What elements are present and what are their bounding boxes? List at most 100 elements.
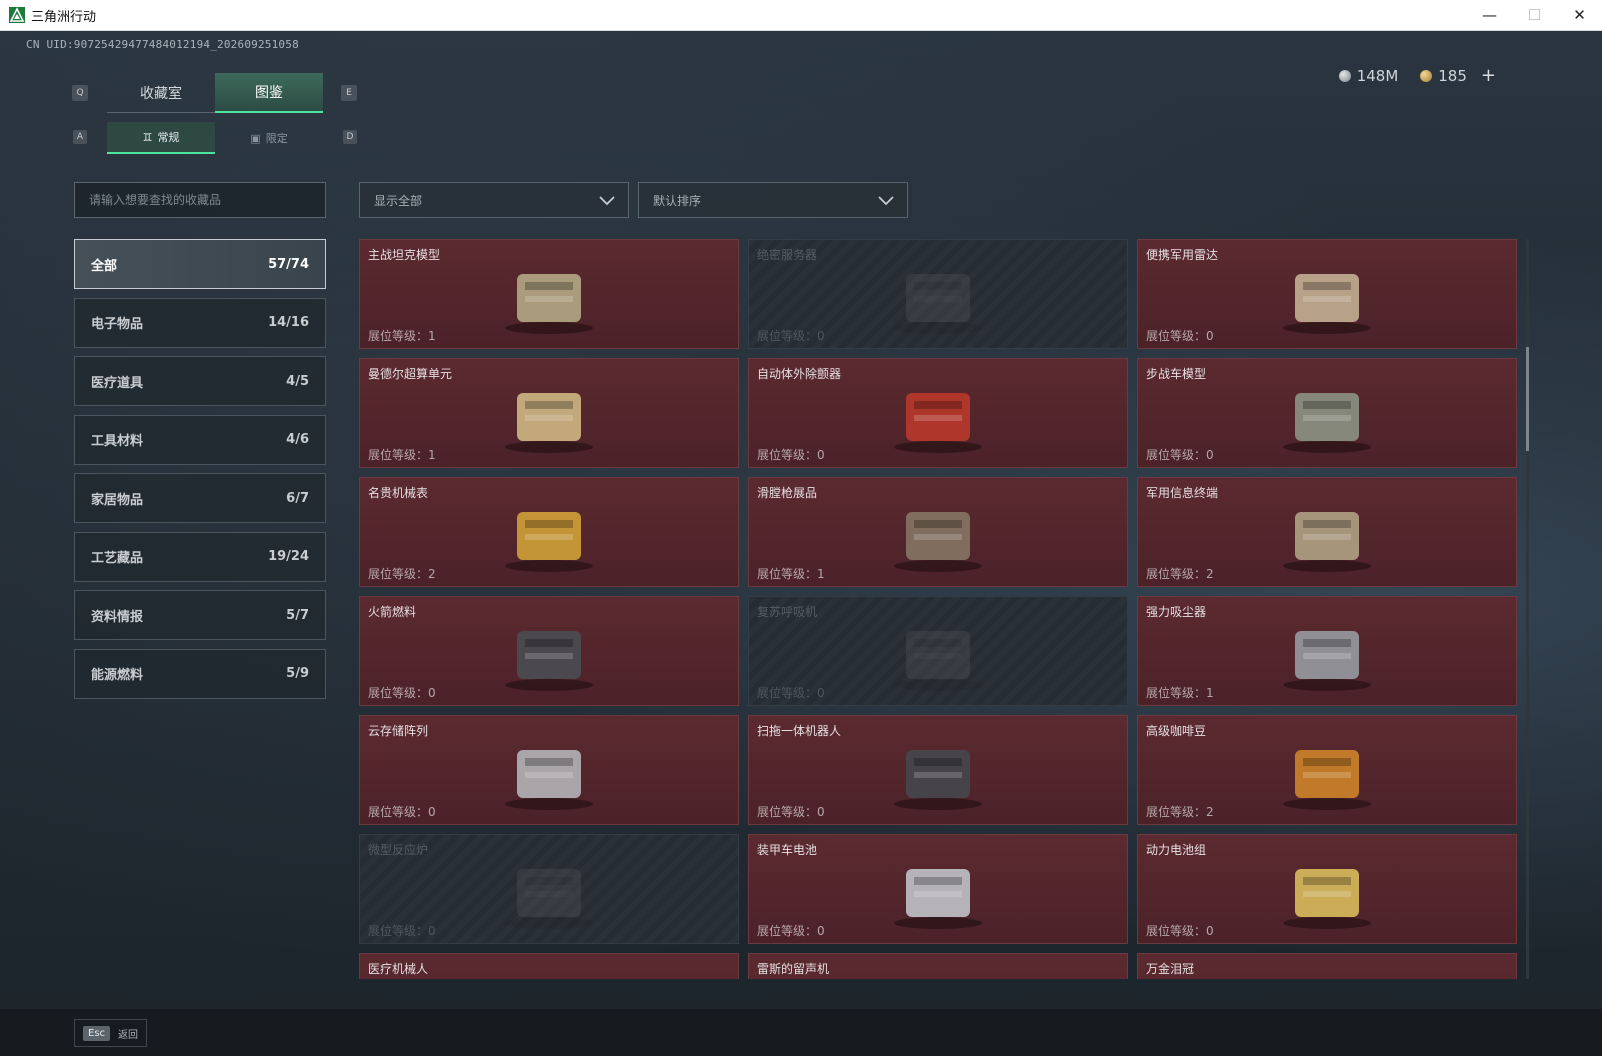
category-item[interactable]: 资料情报 5/7: [74, 590, 326, 640]
item-name: 火箭燃料: [368, 605, 417, 619]
category-item[interactable]: 家居物品 6/7: [74, 473, 326, 523]
item-name: 装甲车电池: [757, 843, 818, 857]
main-tabs: 收藏室 图鉴: [107, 73, 323, 113]
collection-item-card[interactable]: 装甲车电池 展位等级：0: [748, 834, 1128, 944]
tab-catalog[interactable]: 图鉴: [215, 73, 323, 113]
collection-item-card[interactable]: 扫拖一体机器人 展位等级：0: [748, 715, 1128, 825]
key-hint-d: D: [343, 130, 357, 144]
gold-coin-icon: [1420, 69, 1433, 82]
category-count: 4/6: [286, 432, 309, 447]
collection-item-card[interactable]: 复苏呼吸机 展位等级：0: [748, 596, 1128, 706]
category-list: 全部 57/74 电子物品 14/16 医疗道具 4/5 工具材料 4/6 家居物品 6/7 工艺藏…: [74, 239, 326, 707]
minimize-button[interactable]: —: [1467, 0, 1512, 30]
item-level: 展位等级：1: [1146, 684, 1214, 701]
reactor-icon: [479, 849, 619, 933]
level-label: 展位等级：: [368, 329, 429, 343]
collection-item-card[interactable]: 雷斯的留声机: [748, 953, 1128, 979]
category-label: 电子物品: [91, 317, 144, 332]
filter-dropdown[interactable]: 显示全部: [359, 182, 629, 218]
scrollbar-thumb[interactable]: [1526, 347, 1529, 451]
level-value: 1: [428, 448, 436, 462]
collection-item-card[interactable]: 高级咖啡豆 展位等级：2: [1137, 715, 1517, 825]
collection-item-card[interactable]: 微型反应炉 展位等级：0: [359, 834, 739, 944]
search-input[interactable]: [74, 182, 326, 218]
grid-scrollbar[interactable]: [1526, 239, 1529, 979]
storage-array-icon: [479, 730, 619, 814]
collection-item-card[interactable]: 军用信息终端 展位等级：2: [1137, 477, 1517, 587]
level-value: 0: [428, 924, 436, 938]
level-value: 2: [1206, 805, 1214, 819]
gold-currency[interactable]: 185 +: [1420, 65, 1496, 86]
window-title: 三角洲行动: [31, 9, 97, 25]
category-count: 57/74: [268, 256, 309, 272]
maximize-button[interactable]: ☐: [1512, 0, 1557, 30]
item-level: 展位等级：0: [757, 446, 825, 463]
collection-item-card[interactable]: 曼德尔超算单元 展位等级：1: [359, 358, 739, 468]
back-button[interactable]: Esc 返回: [74, 1019, 148, 1047]
item-level: 展位等级：0: [368, 922, 436, 939]
chevron-down-icon: [599, 196, 615, 206]
category-label: 医疗道具: [91, 375, 144, 391]
collection-item-card[interactable]: 自动体外除颤器 展位等级：0: [748, 358, 1128, 468]
category-item[interactable]: 能源燃料 5/9: [74, 648, 326, 699]
level-value: 0: [1206, 329, 1214, 343]
level-value: 0: [817, 686, 825, 700]
gold-amount: 185: [1438, 66, 1467, 85]
item-level: 展位等级：0: [757, 803, 825, 820]
item-level: 展位等级：0: [368, 684, 436, 701]
tab-regular[interactable]: ♊ 常规: [107, 122, 215, 154]
level-value: 0: [428, 805, 436, 819]
level-label: 展位等级：: [757, 924, 818, 938]
collection-item-card[interactable]: 步战车模型 展位等级：0: [1137, 358, 1517, 468]
add-currency-icon[interactable]: +: [1481, 65, 1496, 86]
collection-item-card[interactable]: 绝密服务器 展位等级：0: [748, 239, 1128, 349]
category-item[interactable]: 工艺藏品 19/24: [74, 531, 326, 582]
category-item[interactable]: 电子物品 14/16: [74, 297, 326, 348]
level-value: 0: [1206, 448, 1214, 462]
collection-item-card[interactable]: 医疗机械人: [359, 953, 739, 979]
tab-limited[interactable]: ▣ 限定: [215, 122, 323, 154]
battery-pack-icon: [1257, 849, 1397, 933]
close-button[interactable]: ✕: [1557, 0, 1602, 30]
fuel-can-icon: [479, 611, 619, 695]
collection-item-card[interactable]: 万金泪冠: [1137, 953, 1517, 979]
collection-item-card[interactable]: 主战坦克模型 展位等级：1: [359, 239, 739, 349]
item-level: 展位等级：0: [757, 684, 825, 701]
silver-amount: 148M: [1356, 66, 1399, 85]
app-body: CN UID:9072542947748401219​4_20260925105…: [0, 31, 1602, 1056]
app-logo-icon: [9, 7, 25, 23]
collection-item-card[interactable]: 火箭燃料展位等级：0: [359, 596, 739, 706]
item-name: 雷斯的留声机: [757, 962, 830, 976]
level-value: 0: [428, 686, 436, 700]
collection-item-card[interactable]: 名贵机械表 展位等级：2: [359, 477, 739, 587]
filter-dropdown-value: 显示全部: [374, 193, 423, 208]
category-count: 14/16: [268, 315, 309, 330]
item-name: 强力吸尘器: [1146, 605, 1207, 619]
currency-bar: 148M 185 +: [1338, 65, 1496, 86]
category-item[interactable]: 工具材料 4/6: [74, 414, 326, 465]
item-level: 展位等级：0: [757, 327, 825, 344]
category-label: 工具材料: [91, 434, 144, 449]
category-count: 5/9: [286, 666, 309, 681]
collection-item-card[interactable]: 强力吸尘器展位等级：1: [1137, 596, 1517, 706]
category-label: 能源燃料: [91, 668, 144, 683]
category-item[interactable]: 医疗道具 4/5: [74, 356, 326, 406]
tab-collection-room[interactable]: 收藏室: [107, 73, 215, 113]
collection-item-card[interactable]: 便携军用雷达 展位等级：0: [1137, 239, 1517, 349]
item-level: 展位等级：1: [757, 565, 825, 582]
item-name: 云存储阵列: [368, 724, 429, 738]
level-value: 0: [1206, 924, 1214, 938]
esc-key-hint: Esc: [83, 1025, 111, 1041]
collection-item-card[interactable]: 云存储阵列 展位等级：0: [359, 715, 739, 825]
item-name: 万金泪冠: [1146, 962, 1195, 976]
level-label: 展位等级：: [1146, 805, 1207, 819]
category-item[interactable]: 全部 57/74: [74, 239, 326, 289]
key-hint-e: E: [341, 85, 357, 101]
sort-dropdown[interactable]: 默认排序: [638, 182, 908, 218]
category-count: 19/24: [268, 549, 309, 564]
level-value: 0: [817, 329, 825, 343]
collection-item-card[interactable]: 动力电池组 展位等级：0: [1137, 834, 1517, 944]
level-value: 1: [428, 329, 436, 343]
collection-item-card[interactable]: 滑膛枪展品 展位等级：1: [748, 477, 1128, 587]
item-name: 自动体外除颤器: [757, 367, 842, 381]
